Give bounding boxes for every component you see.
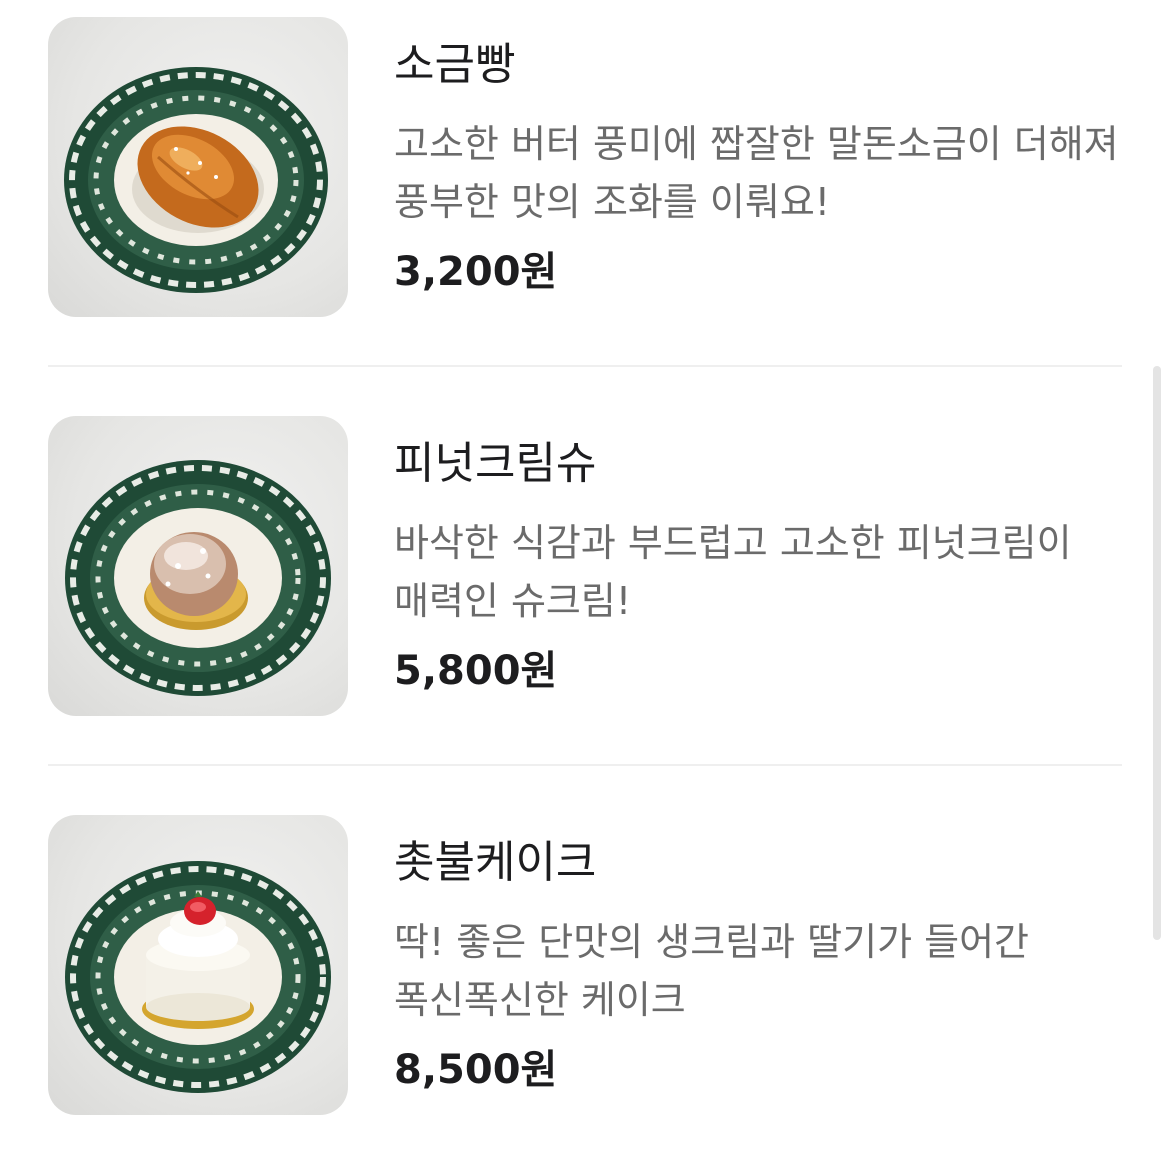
item-price: 5,800원 xyxy=(394,648,558,694)
menu-list: 소금빵 고소한 버터 풍미에 짭잘한 말돈소금이 더해져 풍부한 맛의 조화를 … xyxy=(0,0,1170,1163)
item-name: 촛불케이크 xyxy=(394,837,597,888)
cream-puff-image xyxy=(48,416,348,716)
item-price: 8,500원 xyxy=(394,1047,558,1093)
scrollbar[interactable] xyxy=(1153,366,1161,940)
menu-item-salt-bread[interactable]: 소금빵 고소한 버터 풍미에 짭잘한 말돈소금이 더해져 풍부한 맛의 조화를 … xyxy=(48,17,1122,317)
item-price: 3,200원 xyxy=(394,249,558,295)
menu-item-candle-cake[interactable]: 촛불케이크 딱! 좋은 단맛의 생크림과 딸기가 들어간 폭신폭신한 케이크 8… xyxy=(48,815,1122,1115)
divider xyxy=(48,365,1122,367)
item-description: 바삭한 식감과 부드럽고 고소한 피넛크림이 매력인 슈크림! xyxy=(394,521,1072,623)
salt-bread-image xyxy=(48,17,348,317)
strawberry-cake-image xyxy=(48,815,348,1115)
menu-item-peanut-cream-puff[interactable]: 피넛크림슈 바삭한 식감과 부드럽고 고소한 피넛크림이 매력인 슈크림! 5,… xyxy=(48,416,1122,716)
item-description: 딱! 좋은 단맛의 생크림과 딸기가 들어간 폭신폭신한 케이크 xyxy=(394,920,1029,1022)
item-name: 피넛크림슈 xyxy=(394,438,597,489)
divider xyxy=(48,764,1122,766)
item-name: 소금빵 xyxy=(394,39,516,90)
item-description: 고소한 버터 풍미에 짭잘한 말돈소금이 더해져 풍부한 맛의 조화를 이뤄요! xyxy=(394,122,1119,224)
